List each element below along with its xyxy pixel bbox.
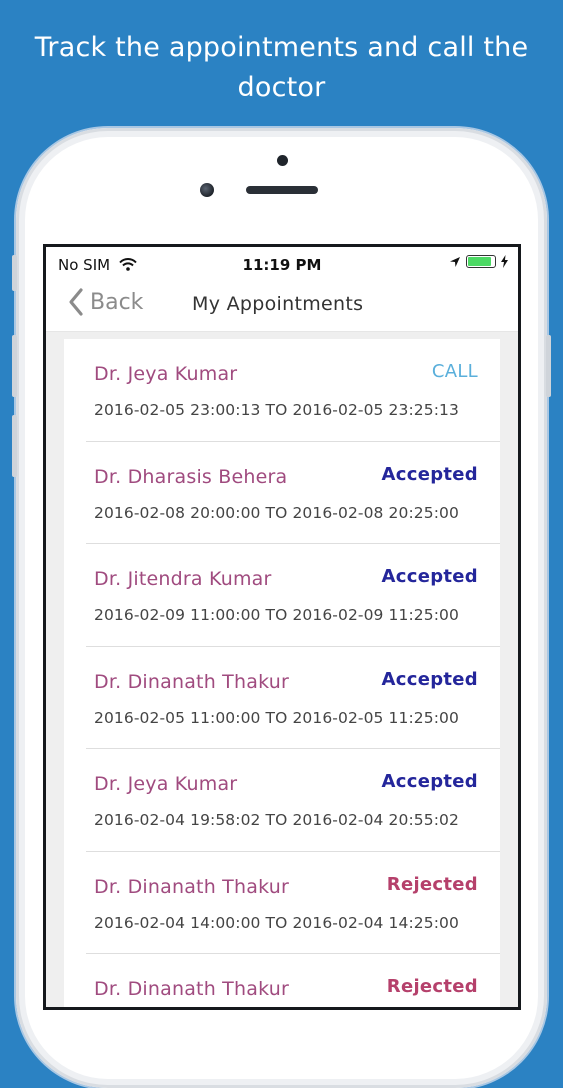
charging-bolt-icon	[501, 255, 508, 268]
appointment-row[interactable]: Dr. Jeya Kumar Accepted 2016-02-04 19:58:0…	[86, 749, 500, 852]
appointment-row[interactable]: Dr. Dinanath Thakur Rejected	[86, 954, 500, 1007]
doctor-name: Dr. Dinanath Thakur	[94, 978, 289, 1000]
appointment-row[interactable]: Dr. Dinanath Thakur Accepted 2016-02-05 11…	[86, 647, 500, 749]
appointment-row[interactable]: Dr. Jitendra Kumar Accepted 2016-02-09 11:…	[86, 544, 500, 647]
battery-icon	[466, 255, 496, 268]
phone-screen: No SIM 11:19 PM Back My Appointments Dr.…	[46, 247, 518, 1007]
page-title: My Appointments	[192, 293, 364, 315]
status-label: Accepted	[381, 566, 478, 587]
appointment-time-range: 2016-02-05 23:00:13 TO 2016-02-05 23:25:…	[94, 401, 459, 419]
back-button[interactable]: Back	[68, 287, 143, 317]
appointment-time-range: 2016-02-09 11:00:00 TO 2016-02-09 11:25:…	[94, 606, 459, 624]
volume-up-button	[12, 335, 17, 397]
appointment-time-range: 2016-02-05 11:00:00 TO 2016-02-05 11:25:…	[94, 708, 459, 727]
status-label: Rejected	[386, 976, 478, 997]
doctor-name: Dr. Jitendra Kumar	[94, 568, 272, 590]
doctor-name: Dr. Dharasis Behera	[94, 465, 288, 488]
volume-down-button	[12, 415, 17, 477]
status-label: Accepted	[381, 668, 478, 690]
front-camera	[200, 183, 214, 197]
appointment-time-range: 2016-02-04 19:58:02 TO 2016-02-04 20:55:…	[94, 811, 459, 829]
nav-bar: Back My Appointments	[46, 281, 518, 332]
status-bar: No SIM 11:19 PM	[46, 247, 518, 281]
doctor-name: Dr. Dinanath Thakur	[94, 670, 289, 693]
headline: Track the appointments and call the doct…	[34, 32, 529, 103]
doctor-name: Dr. Dinanath Thakur	[94, 875, 289, 898]
status-time: 11:19 PM	[242, 256, 322, 274]
appointment-time-range: 2016-02-08 20:00:00 TO 2016-02-08 20:25:…	[94, 503, 459, 522]
status-right	[449, 255, 508, 268]
status-label: Accepted	[381, 463, 478, 485]
mute-switch	[12, 255, 17, 291]
power-button	[546, 335, 551, 397]
status-label: Rejected	[386, 873, 478, 895]
appointment-row[interactable]: Dr. Dharasis Behera Accepted 2016-02-08 20…	[86, 442, 500, 544]
proximity-sensor	[277, 155, 288, 166]
doctor-name: Dr. Jeya Kumar	[94, 773, 238, 795]
appointment-row[interactable]: Dr. Dinanath Thakur Rejected 2016-02-04 14…	[86, 852, 500, 954]
call-button[interactable]: CALL	[432, 361, 478, 382]
appointment-list: Dr. Jeya Kumar CALL 2016-02-05 23:00:13 TO…	[64, 339, 500, 1007]
earpiece-speaker	[246, 186, 318, 194]
doctor-name: Dr. Jeya Kumar	[94, 363, 238, 385]
appointment-time-range: 2016-02-04 14:00:00 TO 2016-02-04 14:25:…	[94, 913, 459, 932]
status-label: Accepted	[381, 771, 478, 792]
back-label: Back	[90, 289, 144, 315]
appointment-row[interactable]: Dr. Jeya Kumar CALL 2016-02-05 23:00:13 TO…	[86, 339, 500, 442]
chevron-left-icon	[69, 288, 83, 316]
location-arrow-icon	[450, 256, 460, 267]
